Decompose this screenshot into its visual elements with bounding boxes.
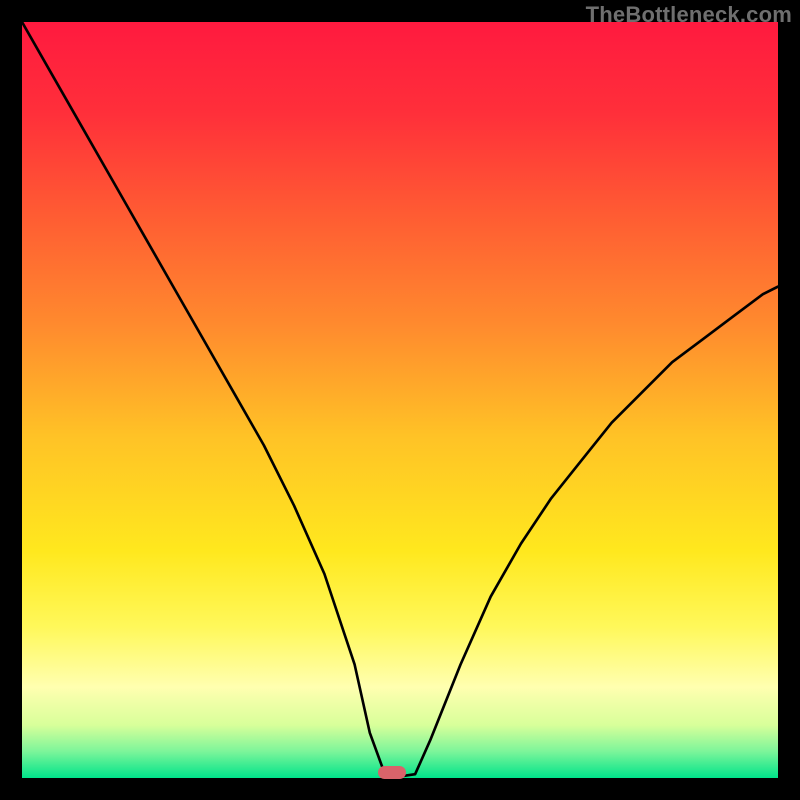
chart-frame: TheBottleneck.com	[0, 0, 800, 800]
plot-background	[22, 22, 778, 778]
optimal-marker	[378, 766, 406, 779]
watermark-text: TheBottleneck.com	[586, 2, 792, 28]
bottleneck-chart	[22, 22, 778, 778]
